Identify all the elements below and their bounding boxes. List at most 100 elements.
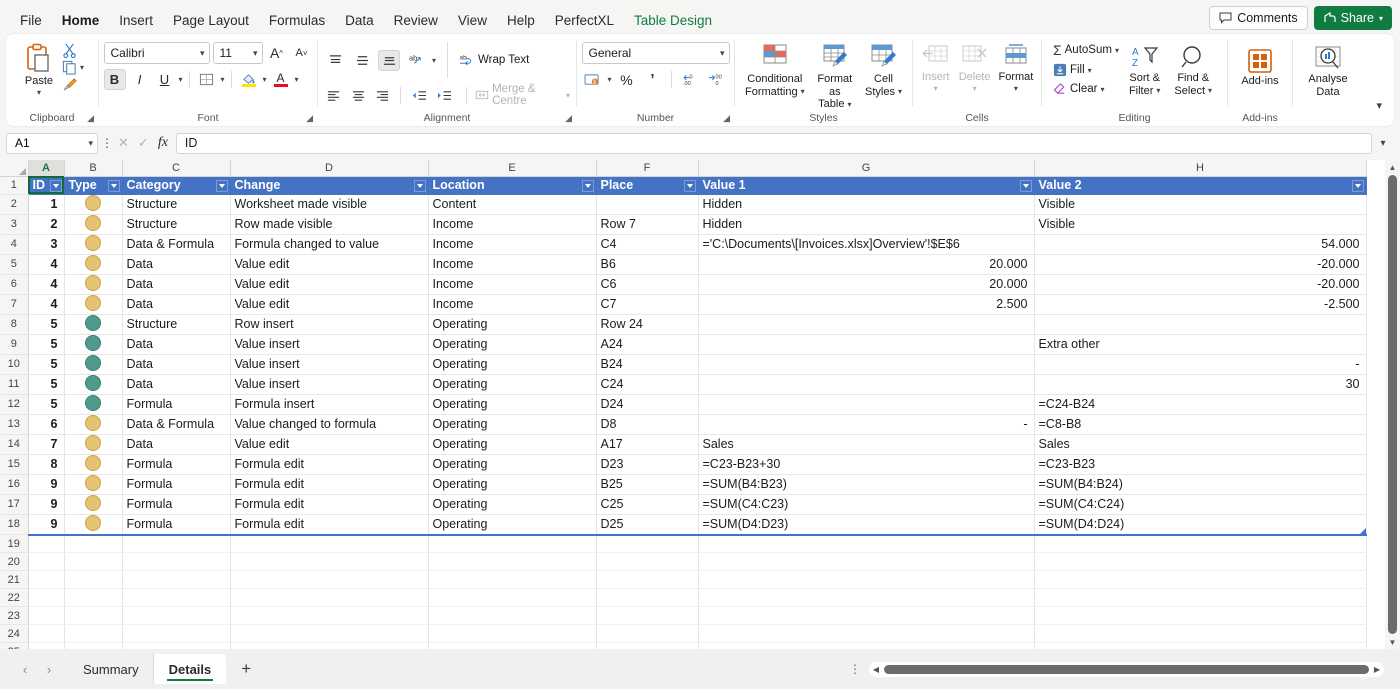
cell-place[interactable]: Row 24	[596, 314, 699, 335]
cell-category[interactable]: Structure	[122, 314, 231, 335]
empty-cell[interactable]	[64, 570, 123, 589]
format-cells-button[interactable]: Format ▾	[994, 41, 1037, 95]
bold-button[interactable]: B	[103, 69, 126, 90]
empty-cell[interactable]	[698, 570, 1035, 589]
row-header-16[interactable]: 16	[0, 474, 29, 495]
clear-button[interactable]: Clear ▾	[1053, 82, 1119, 96]
cell-change[interactable]: Formula edit	[230, 514, 429, 536]
chevron-down-icon[interactable]: ▾	[295, 75, 299, 84]
cell-id[interactable]: 2	[28, 214, 65, 235]
cell-type[interactable]	[64, 414, 123, 435]
empty-cell[interactable]	[428, 534, 597, 553]
cell-category[interactable]: Structure	[122, 194, 231, 215]
cell-id[interactable]: 4	[28, 254, 65, 275]
row-header-24[interactable]: 24	[0, 624, 29, 643]
table-row[interactable]: 6 4 Data Value edit Income C6 20.000 -20.000	[0, 274, 1367, 295]
cell-value2[interactable]: =C24-B24	[1034, 394, 1367, 415]
cell-place[interactable]: B6	[596, 254, 699, 275]
sheet-tab-resize-grip[interactable]: ⋮	[841, 662, 869, 676]
name-box-more-icon[interactable]: ⋮	[98, 136, 116, 150]
row-header-10[interactable]: 10	[0, 354, 29, 375]
name-box[interactable]: A1 ▾	[6, 132, 98, 154]
cell-type[interactable]	[64, 274, 123, 295]
cell-type[interactable]	[64, 254, 123, 275]
row-header-5[interactable]: 5	[0, 254, 29, 275]
table-row[interactable]: 16 9 Formula Formula edit Operating B25 =SUM(B…	[0, 474, 1367, 495]
table-header-cell[interactable]: Place	[596, 176, 699, 195]
cell-value1[interactable]: =SUM(D4:D23)	[698, 514, 1035, 536]
cell-id[interactable]: 5	[28, 314, 65, 335]
table-row[interactable]: 15 8 Formula Formula edit Operating D23 =C23-B…	[0, 454, 1367, 475]
cell-value2[interactable]: Visible	[1034, 194, 1367, 215]
cell-id[interactable]: 5	[28, 334, 65, 355]
cell-location[interactable]: Operating	[428, 474, 597, 495]
filter-dropdown-icon[interactable]	[1019, 179, 1032, 192]
row-header-7[interactable]: 7	[0, 294, 29, 315]
cell-value2[interactable]: -20.000	[1034, 274, 1367, 295]
cut-button[interactable]	[62, 43, 84, 58]
cell-place[interactable]: A24	[596, 334, 699, 355]
previous-sheet-button[interactable]: ‹	[14, 658, 36, 680]
empty-cell[interactable]	[230, 552, 429, 571]
empty-cell[interactable]	[64, 534, 123, 553]
cell-place[interactable]: D23	[596, 454, 699, 475]
table-row[interactable]: 2 1 Structure Worksheet made visible Content…	[0, 194, 1367, 215]
cell-category[interactable]: Data	[122, 374, 231, 395]
cell-change[interactable]: Worksheet made visible	[230, 194, 429, 215]
cell-type[interactable]	[64, 474, 123, 495]
column-header-e[interactable]: E	[428, 160, 597, 177]
column-header-g[interactable]: G	[698, 160, 1035, 177]
cell-category[interactable]: Structure	[122, 214, 231, 235]
chevron-down-icon[interactable]: ▾	[263, 75, 267, 84]
empty-cell[interactable]	[596, 624, 699, 643]
table-row[interactable]: 8 5 Structure Row insert Operating Row 24	[0, 314, 1367, 335]
column-header-a[interactable]: A	[28, 160, 65, 177]
fill-color-button[interactable]	[238, 69, 260, 90]
cell-change[interactable]: Value insert	[230, 354, 429, 375]
row-header-22[interactable]: 22	[0, 588, 29, 607]
empty-cell[interactable]	[122, 606, 231, 625]
align-left-button[interactable]	[324, 85, 343, 106]
cell-location[interactable]: Operating	[428, 414, 597, 435]
cell-type[interactable]	[64, 214, 123, 235]
empty-cell[interactable]	[428, 588, 597, 607]
cell-value1[interactable]	[698, 314, 1035, 335]
cell-place[interactable]: D25	[596, 514, 699, 536]
cell-type[interactable]	[64, 334, 123, 355]
filter-dropdown-icon[interactable]	[49, 179, 62, 192]
align-bottom-button[interactable]	[378, 49, 400, 71]
empty-cell[interactable]	[428, 570, 597, 589]
share-button[interactable]: Share ▾	[1313, 6, 1392, 30]
comments-button[interactable]: Comments	[1209, 6, 1308, 30]
cell-type[interactable]	[64, 514, 123, 536]
horizontal-scrollbar[interactable]: ◀ ▶	[869, 661, 1384, 677]
cell-value1[interactable]: Hidden	[698, 194, 1035, 215]
cell-category[interactable]: Formula	[122, 494, 231, 515]
row-header-14[interactable]: 14	[0, 434, 29, 455]
cell-type[interactable]	[64, 314, 123, 335]
percent-style-button[interactable]: %	[616, 69, 638, 90]
cell-value2[interactable]: -2.500	[1034, 294, 1367, 315]
cell-location[interactable]: Operating	[428, 394, 597, 415]
column-header-d[interactable]: D	[230, 160, 429, 177]
increase-decimal-button[interactable]: 00 0	[705, 69, 727, 90]
table-row[interactable]: 12 5 Formula Formula insert Operating D24 =C24…	[0, 394, 1367, 415]
empty-row[interactable]: 22	[0, 588, 1367, 607]
format-as-table-button[interactable]: Format as Table ▾	[809, 41, 861, 113]
insert-cells-button[interactable]: Insert ▾	[917, 41, 955, 95]
empty-cell[interactable]	[28, 552, 65, 571]
cell-category[interactable]: Data	[122, 254, 231, 275]
number-dialog-launcher[interactable]: ◢	[723, 113, 730, 124]
cell-location[interactable]: Income	[428, 274, 597, 295]
cell-category[interactable]: Data	[122, 354, 231, 375]
table-row[interactable]: 14 7 Data Value edit Operating A17 Sales Sales	[0, 434, 1367, 455]
cell-value1[interactable]: 2.500	[698, 294, 1035, 315]
sheet-tab-details[interactable]: Details	[153, 654, 227, 684]
empty-cell[interactable]	[28, 570, 65, 589]
empty-row[interactable]: 20	[0, 552, 1367, 571]
row-header-11[interactable]: 11	[0, 374, 29, 395]
cell-change[interactable]: Formula changed to value	[230, 234, 429, 255]
accounting-format-button[interactable]: $	[582, 69, 604, 90]
cell-value2[interactable]: =SUM(B4:B24)	[1034, 474, 1367, 495]
cell-type[interactable]	[64, 434, 123, 455]
